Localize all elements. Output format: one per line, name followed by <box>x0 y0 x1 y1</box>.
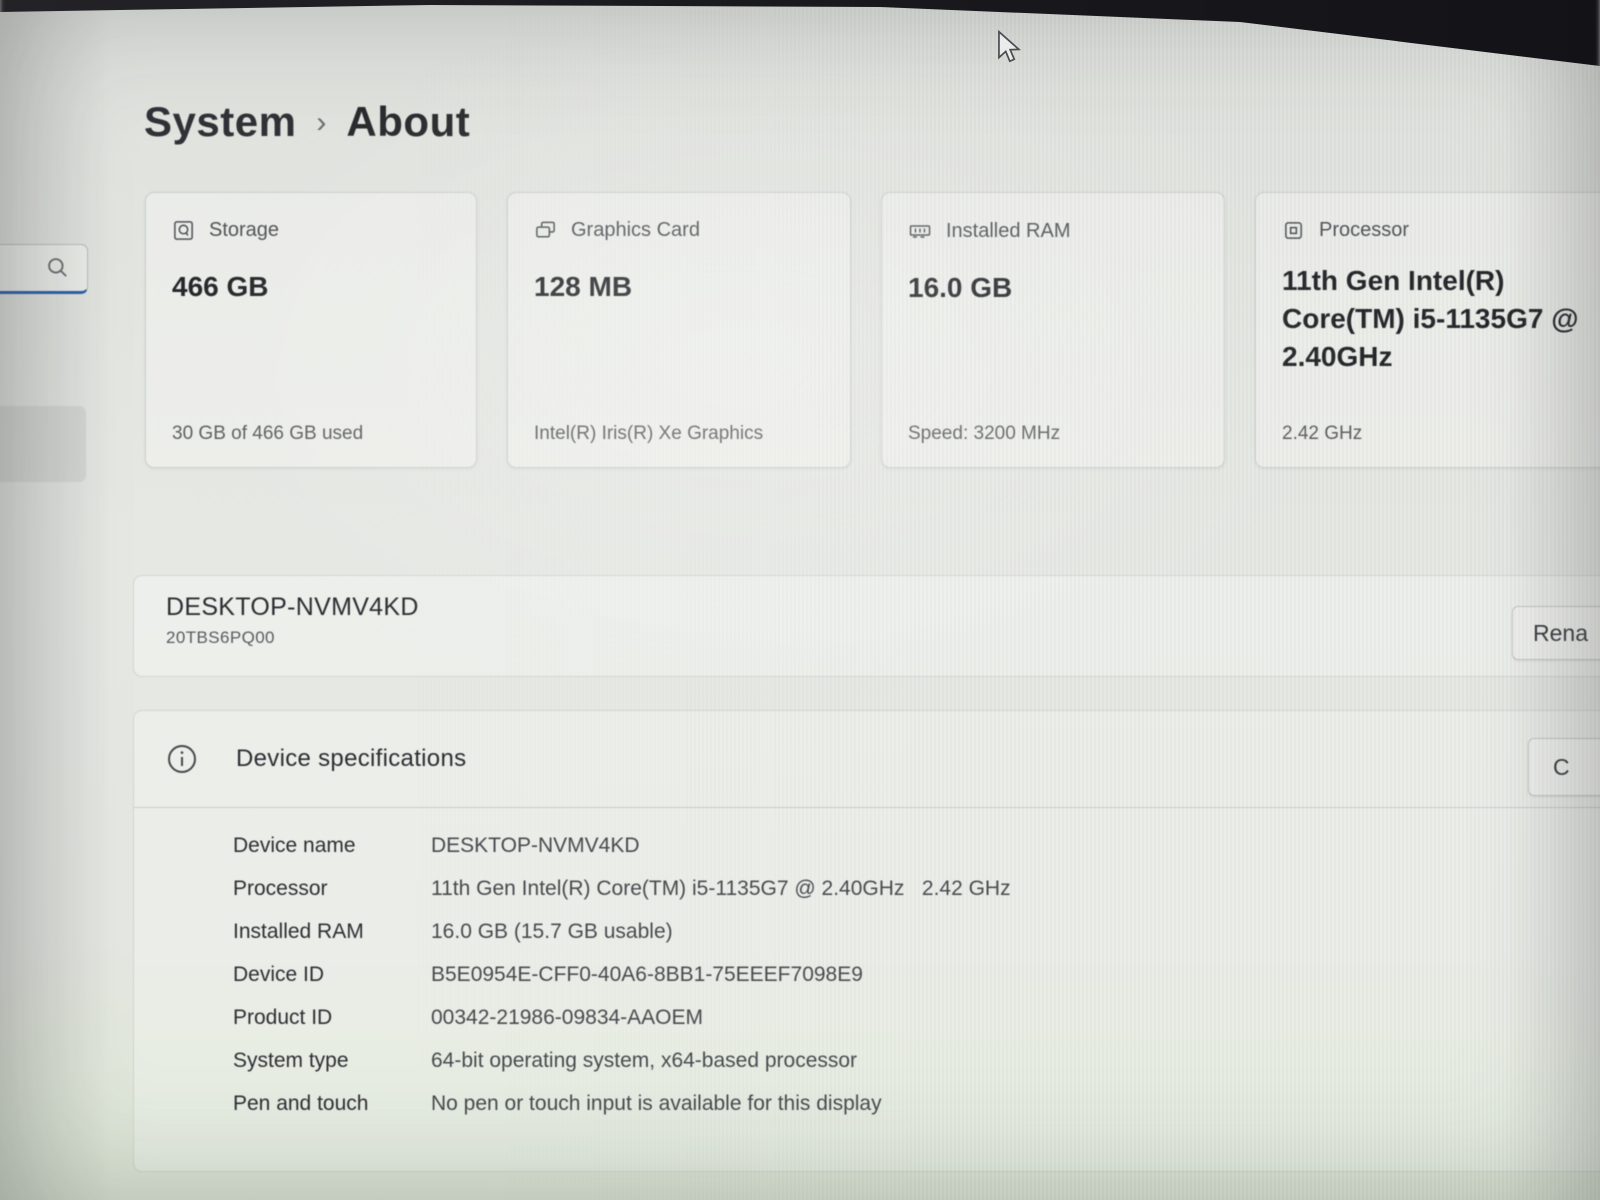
graphics-card-card: Graphics Card 128 MB Intel(R) Iris(R) Xe… <box>507 192 851 468</box>
card-title: Storage <box>209 219 279 242</box>
summary-cards-row: Storage 466 GB 30 GB of 466 GB used Grap… <box>145 192 1600 468</box>
spec-value: No pen or touch input is available for t… <box>431 1092 882 1115</box>
spec-label: Product ID <box>233 1006 431 1029</box>
card-title: Processor <box>1319 219 1409 242</box>
spec-value: 11th Gen Intel(R) Core(TM) i5-1135G7 @ 2… <box>431 877 1011 900</box>
spec-row-device-id: Device ID B5E0954E-CFF0-40A6-8BB1-75EEEF… <box>233 963 1600 986</box>
breadcrumb: System › About <box>144 98 470 146</box>
storage-icon <box>172 219 195 242</box>
graphics-value: 128 MB <box>534 268 824 306</box>
spec-value: B5E0954E-CFF0-40A6-8BB1-75EEEF7098E9 <box>431 963 863 986</box>
spec-label: Processor <box>233 877 431 900</box>
spec-value: 00342-21986-09834-AAOEM <box>431 1006 703 1029</box>
device-specifications-list: Device name DESKTOP-NVMV4KD Processor 11… <box>134 808 1600 1115</box>
spec-row-product-id: Product ID 00342-21986-09834-AAOEM <box>233 1006 1600 1029</box>
spec-label: Device ID <box>233 963 431 986</box>
page-title: About <box>346 98 470 146</box>
cursor-icon <box>996 30 1024 64</box>
device-model: 20TBS6PQ00 <box>166 628 1600 648</box>
ram-detail: Speed: 3200 MHz <box>908 423 1198 445</box>
sidebar-item-selected[interactable] <box>0 406 86 482</box>
spec-row-device-name: Device name DESKTOP-NVMV4KD <box>233 834 1600 857</box>
ram-icon <box>908 219 932 243</box>
graphics-card-icon <box>534 219 557 242</box>
copy-specs-button[interactable]: C <box>1528 738 1600 796</box>
graphics-detail: Intel(R) Iris(R) Xe Graphics <box>534 423 824 445</box>
processor-detail: 2.42 GHz <box>1282 423 1600 445</box>
info-icon <box>166 743 198 775</box>
monitor-bezel <box>0 0 1600 104</box>
spec-row-pen-and-touch: Pen and touch No pen or touch input is a… <box>233 1092 1600 1115</box>
device-specifications-title: Device specifications <box>236 745 466 773</box>
storage-card: Storage 466 GB 30 GB of 466 GB used <box>145 192 477 468</box>
ram-value: 16.0 GB <box>908 269 1198 307</box>
breadcrumb-separator: › <box>316 106 326 140</box>
spec-label: Installed RAM <box>233 920 431 943</box>
processor-icon <box>1282 219 1305 242</box>
spec-row-processor: Processor 11th Gen Intel(R) Core(TM) i5-… <box>233 877 1600 900</box>
settings-window: System › About Storage 466 GB <box>0 0 1600 1200</box>
rename-pc-button[interactable]: Rena <box>1512 606 1600 660</box>
installed-ram-card: Installed RAM 16.0 GB Speed: 3200 MHz <box>881 192 1225 468</box>
search-icon <box>45 255 71 281</box>
card-title: Graphics Card <box>571 219 700 242</box>
spec-value: 16.0 GB (15.7 GB usable) <box>431 920 673 943</box>
processor-value: 11th Gen Intel(R) Core(TM) i5-1135G7 @ 2… <box>1282 262 1600 375</box>
spec-label: System type <box>233 1049 431 1072</box>
processor-card: Processor 11th Gen Intel(R) Core(TM) i5-… <box>1255 192 1600 468</box>
spec-row-system-type: System type 64-bit operating system, x64… <box>233 1049 1600 1072</box>
device-name-section: DESKTOP-NVMV4KD 20TBS6PQ00 <box>133 575 1600 677</box>
search-input[interactable] <box>0 244 88 294</box>
storage-detail: 30 GB of 466 GB used <box>172 423 450 445</box>
spec-value: 64-bit operating system, x64-based proce… <box>431 1049 857 1072</box>
spec-row-installed-ram: Installed RAM 16.0 GB (15.7 GB usable) <box>233 920 1600 943</box>
breadcrumb-system-link[interactable]: System <box>144 98 296 146</box>
card-title: Installed RAM <box>946 220 1071 243</box>
device-specifications-section: Device specifications Device name DESKTO… <box>133 710 1600 1172</box>
device-specifications-header: Device specifications <box>134 711 1600 808</box>
spec-label: Pen and touch <box>233 1092 431 1115</box>
spec-value: DESKTOP-NVMV4KD <box>431 834 640 857</box>
spec-label: Device name <box>233 834 431 857</box>
device-name: DESKTOP-NVMV4KD <box>166 593 1600 622</box>
storage-value: 466 GB <box>172 268 450 306</box>
